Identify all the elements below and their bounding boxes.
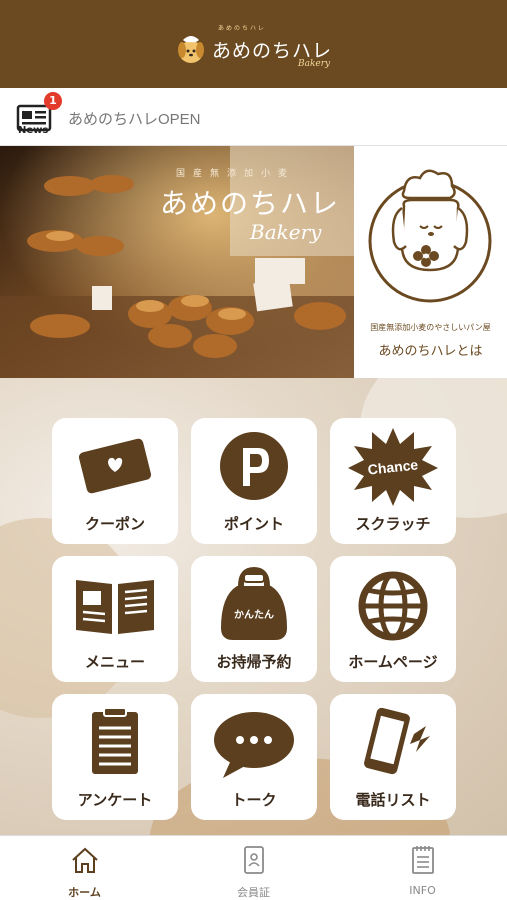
coupon-tile[interactable]: クーポン: [52, 418, 178, 544]
tab-member-card[interactable]: 会員証: [169, 836, 338, 900]
bottom-tab-bar: ホーム 会員証 INFO: [0, 835, 507, 900]
point-tile[interactable]: ポイント: [191, 418, 317, 544]
about-banner[interactable]: 国産無添加小麦のやさしいパン屋 あめのちハレとは: [354, 146, 507, 378]
bakery-photo-image: [0, 146, 354, 378]
banner-kana-text: 国産無添加小麦: [176, 169, 296, 179]
brand-logo: あめのちハレ あめのちハレ Bakery: [174, 25, 332, 69]
survey-tile[interactable]: アンケート: [52, 694, 178, 820]
news-badge: 1: [44, 92, 62, 110]
banner-script-text: Bakery: [250, 220, 322, 244]
tab-label: 会員証: [237, 886, 270, 899]
tile-label: アンケート: [77, 791, 153, 809]
tab-home[interactable]: ホーム: [0, 836, 169, 900]
info-doc-icon: [412, 846, 434, 874]
tab-label: ホーム: [68, 886, 101, 899]
tile-label: お持帰予約: [216, 653, 292, 671]
talk-tile[interactable]: トーク: [191, 694, 317, 820]
phone-list-tile[interactable]: 電話リスト: [330, 694, 456, 820]
app-header: あめのちハレ あめのちハレ Bakery: [0, 0, 507, 88]
tile-label: クーポン: [84, 515, 145, 533]
tab-info[interactable]: INFO: [338, 836, 507, 900]
takeout-reservation-tile[interactable]: かんたん お持帰予約: [191, 556, 317, 682]
member-card-icon: [244, 846, 264, 874]
tile-label: スクラッチ: [355, 515, 431, 533]
about-subtitle: 国産無添加小麦のやさしいパン屋: [370, 323, 491, 332]
about-title: あめのちハレとは: [378, 344, 483, 359]
scratch-tile[interactable]: Chance スクラッチ: [330, 418, 456, 544]
bakery-photo-banner[interactable]: 国産無添加小麦 あめのちハレ Bakery: [0, 146, 354, 378]
homepage-tile[interactable]: ホームページ: [330, 556, 456, 682]
tile-label: メニュー: [84, 653, 145, 671]
tile-label: トーク: [231, 791, 277, 809]
news-icon-label: News: [18, 125, 49, 136]
dog-logo-icon: [178, 36, 204, 63]
menu-tile[interactable]: メニュー: [52, 556, 178, 682]
menu-grid: クーポン ポイント Chance スクラッチ メニュー かんたん お持帰予約 ホ…: [0, 378, 507, 835]
tab-label: INFO: [409, 884, 436, 897]
tile-label: 電話リスト: [355, 791, 431, 809]
bag-text: かんたん: [234, 609, 274, 621]
tile-label: ポイント: [223, 515, 284, 533]
logo-subtitle: Bakery: [298, 59, 331, 69]
news-headline[interactable]: あめのちハレOPEN: [68, 108, 201, 129]
news-ticker[interactable]: 1 News あめのちハレOPEN: [0, 88, 507, 146]
home-icon: [72, 847, 98, 873]
logo-kana-text: あめのちハレ: [218, 25, 267, 32]
tile-label: ホームページ: [348, 653, 438, 671]
banner-title: あめのちハレ: [160, 187, 341, 220]
